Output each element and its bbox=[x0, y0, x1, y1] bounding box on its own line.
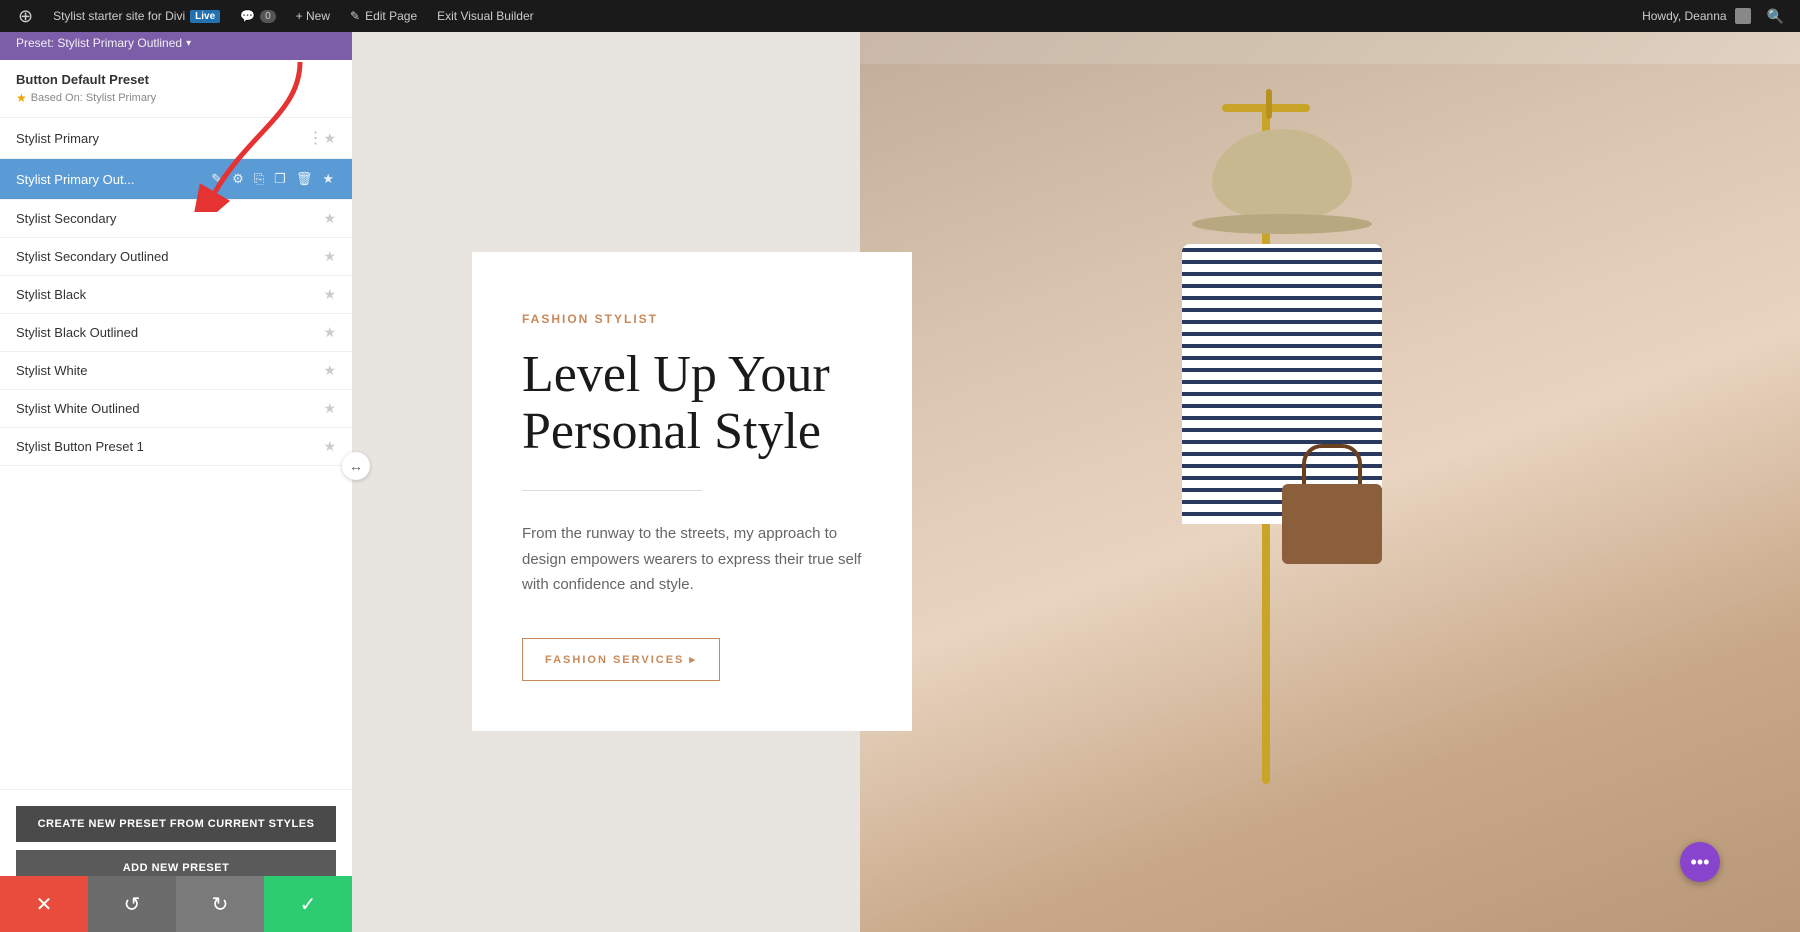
preset-star-icon[interactable]: ★ bbox=[323, 210, 336, 227]
wordpress-icon: ⊕ bbox=[18, 6, 33, 27]
preset-item-stylist-primary[interactable]: Stylist Primary ⋮ ★ bbox=[0, 118, 352, 159]
button-settings-panel: Button Settings Preset: Stylist Primary … bbox=[0, 0, 352, 932]
exit-vb-label: Exit Visual Builder bbox=[437, 9, 534, 23]
card-body: From the runway to the streets, my appro… bbox=[522, 521, 862, 598]
comment-icon: 💬 bbox=[240, 9, 255, 23]
preset-name-stylist-button-preset-1: Stylist Button Preset 1 bbox=[16, 439, 323, 454]
based-on-line: ★ Based On: Stylist Primary bbox=[16, 91, 336, 105]
close-icon: ✕ bbox=[36, 892, 53, 917]
howdy-text: Howdy, Deanna bbox=[1642, 9, 1727, 23]
preset-copy-icon[interactable]: ❐ bbox=[272, 169, 288, 189]
preset-item-stylist-primary-outlined[interactable]: Stylist Primary Out... ✎ ⚙ ⎘ ❐ 🗑 ★ bbox=[0, 159, 352, 200]
user-avatar bbox=[1735, 8, 1751, 24]
preset-item-stylist-secondary-outlined[interactable]: Stylist Secondary Outlined ★ bbox=[0, 238, 352, 276]
preset-active-toolbar: ✎ ⚙ ⎘ ❐ 🗑 ★ bbox=[209, 169, 336, 189]
toolbar-buttons: ✕ ↺ ↻ ✓ bbox=[0, 876, 352, 932]
preset-dropdown-arrow: ▾ bbox=[186, 38, 191, 49]
preset-edit-icon[interactable]: ✎ bbox=[209, 169, 224, 189]
preset-name-stylist-white-outlined: Stylist White Outlined bbox=[16, 401, 323, 416]
fashion-figure bbox=[1162, 84, 1582, 864]
preset-star-icon[interactable]: ★ bbox=[323, 248, 336, 265]
hero-content-card: FASHION STYLIST Level Up Your Personal S… bbox=[472, 252, 912, 731]
site-name-text: Stylist starter site for Divi bbox=[53, 9, 185, 23]
preset-star-icon[interactable]: ★ bbox=[323, 362, 336, 379]
create-preset-button[interactable]: CREATE NEW PRESET FROM CURRENT STYLES bbox=[16, 806, 336, 842]
hat bbox=[1192, 114, 1372, 234]
redo-icon: ↻ bbox=[212, 892, 229, 917]
card-divider bbox=[522, 490, 702, 491]
edit-icon: ✎ bbox=[350, 9, 360, 23]
bag bbox=[1282, 484, 1382, 564]
close-button[interactable]: ✕ bbox=[0, 876, 88, 932]
preset-selector[interactable]: Preset: Stylist Primary Outlined ▾ bbox=[16, 36, 336, 50]
edit-page-item[interactable]: ✎ Edit Page bbox=[340, 0, 427, 32]
preset-name-stylist-white: Stylist White bbox=[16, 363, 323, 378]
hat-brim bbox=[1192, 214, 1372, 234]
preset-item-stylist-secondary[interactable]: Stylist Secondary ★ bbox=[0, 200, 352, 238]
based-on-star-icon: ★ bbox=[16, 91, 27, 105]
preset-item-stylist-black-outlined[interactable]: Stylist Black Outlined ★ bbox=[0, 314, 352, 352]
card-title: Level Up Your Personal Style bbox=[522, 346, 862, 460]
undo-button[interactable]: ↺ bbox=[88, 876, 176, 932]
wp-logo-item[interactable]: ⊕ bbox=[8, 0, 43, 32]
preset-star-icon[interactable]: ★ bbox=[323, 400, 336, 417]
preset-star-icon[interactable]: ★ bbox=[323, 130, 336, 147]
preset-delete-icon[interactable]: 🗑 bbox=[294, 169, 315, 189]
preset-dots-icon[interactable]: ⋮ bbox=[307, 128, 323, 148]
undo-icon: ↺ bbox=[124, 892, 141, 917]
bottom-toolbar: ✕ ↺ ↻ ✓ bbox=[0, 876, 1800, 932]
preset-favorite-icon[interactable]: ★ bbox=[320, 169, 336, 189]
wp-admin-bar: ⊕ Stylist starter site for Divi Live 💬 0… bbox=[0, 0, 1800, 32]
default-preset-label: Button Default Preset bbox=[16, 72, 336, 87]
comment-count: 0 bbox=[260, 10, 276, 23]
preset-list: Button Default Preset ★ Based On: Stylis… bbox=[0, 60, 352, 789]
preset-name-stylist-secondary: Stylist Secondary bbox=[16, 211, 323, 226]
preset-name-stylist-black-outlined: Stylist Black Outlined bbox=[16, 325, 323, 340]
site-name-item[interactable]: Stylist starter site for Divi Live bbox=[43, 0, 230, 32]
bag-strap bbox=[1302, 444, 1362, 489]
edit-page-label: Edit Page bbox=[365, 9, 417, 23]
preset-item-stylist-white[interactable]: Stylist White ★ bbox=[0, 352, 352, 390]
preset-item-stylist-white-outlined[interactable]: Stylist White Outlined ★ bbox=[0, 390, 352, 428]
preset-settings-icon[interactable]: ⚙ bbox=[230, 169, 246, 189]
preset-duplicate-icon[interactable]: ⎘ bbox=[252, 169, 266, 189]
search-icon[interactable]: 🔍 bbox=[1759, 8, 1792, 25]
panel-toggle[interactable]: ↔ bbox=[342, 452, 370, 480]
preset-star-icon[interactable]: ★ bbox=[323, 438, 336, 455]
card-cta-button[interactable]: FASHION SERVICES ▸ bbox=[522, 638, 720, 681]
preset-item-stylist-black[interactable]: Stylist Black ★ bbox=[0, 276, 352, 314]
comments-item[interactable]: 💬 0 bbox=[230, 0, 286, 32]
preset-star-icon[interactable]: ★ bbox=[323, 286, 336, 303]
current-preset-label: Preset: Stylist Primary Outlined bbox=[16, 36, 182, 50]
live-badge: Live bbox=[190, 10, 220, 23]
preset-name-stylist-black: Stylist Black bbox=[16, 287, 323, 302]
new-item[interactable]: + New bbox=[286, 0, 340, 32]
hat-crown bbox=[1212, 129, 1352, 219]
default-preset-section: Button Default Preset ★ Based On: Stylis… bbox=[0, 60, 352, 118]
save-icon: ✓ bbox=[300, 892, 317, 917]
preset-item-stylist-button-preset-1[interactable]: Stylist Button Preset 1 ★ bbox=[0, 428, 352, 466]
preset-name-active: Stylist Primary Out... bbox=[16, 172, 209, 187]
based-on-name: Stylist Primary bbox=[86, 92, 156, 104]
main-content: FASHION STYLIST Level Up Your Personal S… bbox=[352, 32, 1800, 932]
hero-image bbox=[860, 32, 1800, 932]
save-button[interactable]: ✓ bbox=[264, 876, 352, 932]
card-tag: FASHION STYLIST bbox=[522, 312, 862, 326]
based-on-text: Based On: Stylist Primary bbox=[31, 92, 156, 104]
preset-name-stylist-primary: Stylist Primary bbox=[16, 131, 303, 146]
preset-star-icon[interactable]: ★ bbox=[323, 324, 336, 341]
redo-button[interactable]: ↻ bbox=[176, 876, 264, 932]
hero-image-inner bbox=[860, 64, 1800, 932]
preset-name-stylist-secondary-outlined: Stylist Secondary Outlined bbox=[16, 249, 323, 264]
based-on-prefix: Based On: bbox=[31, 92, 83, 104]
howdy-section: Howdy, Deanna 🔍 bbox=[1642, 8, 1792, 25]
new-label: + New bbox=[296, 9, 330, 23]
exit-vb-item[interactable]: Exit Visual Builder bbox=[427, 0, 544, 32]
